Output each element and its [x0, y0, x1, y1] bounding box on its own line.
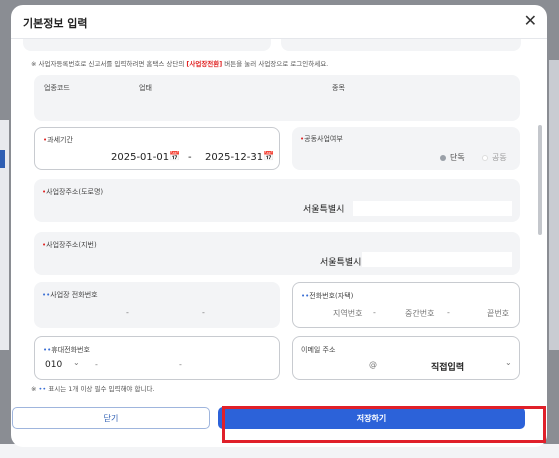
business-code-label: 업종코드 [44, 84, 70, 92]
home-phone-last-input[interactable]: 끝번호 [487, 308, 509, 319]
partial-field-right [281, 39, 521, 51]
login-notice: ※ 사업자등록번호로 신고서를 입력하려면 홈택스 상단의 [사업장전환] 버튼… [31, 60, 329, 68]
partial-field-left [23, 39, 271, 51]
close-button[interactable]: 닫기 [12, 407, 210, 429]
scrollbar[interactable] [538, 125, 542, 235]
tax-period-separator: - [188, 152, 192, 163]
mobile-prefix-select[interactable]: 010 [45, 360, 62, 370]
email-field: 이메일 주소 @ 직접입력 ⌄ [292, 336, 520, 380]
business-phone-sep1: - [126, 308, 129, 317]
email-label: 이메일 주소 [301, 346, 336, 354]
dialog-title: 기본정보 입력 [23, 17, 88, 30]
business-phone-label: ••사업장 전화번호 [42, 291, 98, 299]
address-road-detail-input[interactable] [353, 201, 512, 216]
tax-period-field: •과세기간 2025-01-01 📅 - 2025-12-31 📅 [34, 127, 280, 170]
radio-single[interactable]: 단독 [440, 152, 465, 163]
address-lot-value: 서울특별시 [320, 258, 362, 268]
joint-business-label: •공동사업여부 [300, 135, 343, 143]
address-lot-field: •사업장주소(지번) 서울특별시 [34, 232, 520, 275]
home-phone-label: ••전화번호(자택) [301, 292, 354, 300]
address-lot-label: •사업장주소(지번) [42, 241, 97, 249]
address-road-field: •사업장주소(도로명) 서울특별시 [34, 179, 520, 222]
joint-business-field: •공동사업여부 단독 공동 [292, 127, 520, 170]
save-highlight-box [222, 406, 546, 443]
home-phone-mid-input[interactable]: 중간번호 [405, 308, 434, 319]
calendar-icon[interactable]: 📅 [169, 152, 180, 162]
email-domain-select[interactable]: 직접입력 [431, 360, 464, 373]
calendar-icon[interactable]: 📅 [263, 152, 274, 162]
background-panel-right [549, 60, 559, 350]
required-footnote: ※ •• 표시는 1개 이상 필수 입력해야 합니다. [31, 385, 155, 393]
basic-info-dialog: 기본정보 입력 ✕ ※ 사업자등록번호로 신고서를 입력하려면 홈택스 상단의 … [11, 5, 547, 447]
dialog-header: 기본정보 입력 ✕ [11, 5, 547, 39]
business-code-box: 업종코드 업태 종목 [34, 75, 520, 121]
tax-period-label: •과세기간 [43, 136, 73, 144]
radio-joint[interactable]: 공동 [482, 152, 507, 163]
mobile-phone-label: ••휴대전화번호 [43, 346, 90, 354]
background-accent [0, 150, 5, 168]
radio-selected-icon [440, 154, 446, 161]
business-item-label: 종목 [332, 84, 345, 92]
home-phone-sep2: - [447, 308, 450, 317]
address-road-label: •사업장주소(도로명) [42, 188, 104, 196]
notice-highlight: [사업장전환] [186, 60, 223, 68]
address-road-value: 서울특별시 [303, 205, 345, 215]
home-phone-field: ••전화번호(자택) 지역번호 - 중간번호 - 끝번호 [292, 282, 520, 328]
home-phone-sep1: - [373, 308, 376, 317]
mobile-sep2: - [179, 360, 182, 369]
email-at-symbol: @ [369, 360, 377, 369]
business-phone-field: ••사업장 전화번호 - - [34, 282, 280, 328]
close-icon[interactable]: ✕ [524, 11, 537, 30]
tax-period-start[interactable]: 2025-01-01 [111, 152, 169, 163]
tax-period-end[interactable]: 2025-12-31 [205, 152, 263, 163]
mobile-sep1: - [95, 360, 98, 369]
mobile-phone-field: ••휴대전화번호 010 ⌄ - - [34, 336, 280, 380]
home-phone-area-input[interactable]: 지역번호 [333, 308, 362, 319]
business-phone-sep2: - [202, 308, 205, 317]
business-type-label: 업태 [139, 84, 152, 92]
address-lot-detail-input[interactable] [362, 252, 512, 267]
radio-unselected-icon [482, 154, 488, 161]
chevron-down-icon[interactable]: ⌄ [73, 358, 80, 367]
chevron-down-icon[interactable]: ⌄ [505, 358, 512, 367]
